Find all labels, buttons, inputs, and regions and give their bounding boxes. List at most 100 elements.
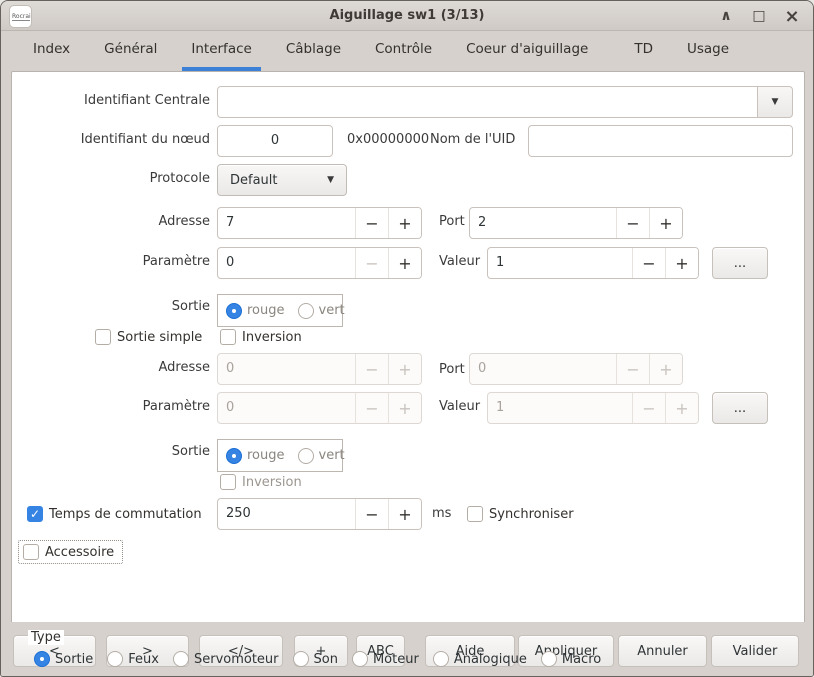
title-bar[interactable]: Rocrail Aiguillage sw1 (3/13) ∧ □ × xyxy=(1,1,813,31)
valeur2-browse-button[interactable]: ... xyxy=(712,392,768,424)
valeur1-browse-button[interactable]: ... xyxy=(712,247,768,279)
inversion2-label: Inversion xyxy=(242,475,302,490)
chevron-down-icon: ▼ xyxy=(772,97,779,107)
radio-icon[interactable] xyxy=(293,651,309,667)
cancel-button[interactable]: Annuler xyxy=(618,635,707,667)
sortie2-rouge-label: rouge xyxy=(247,448,285,463)
checkbox-icon[interactable] xyxy=(95,329,111,345)
temps-plus-icon[interactable]: + xyxy=(388,499,421,529)
adresse1-value[interactable]: 7 xyxy=(218,208,355,238)
valeur2-label: Valeur xyxy=(439,399,480,414)
parametre1-value[interactable]: 0 xyxy=(218,248,355,278)
close-icon[interactable]: × xyxy=(781,5,803,27)
checkbox-icon[interactable] xyxy=(220,329,236,345)
type-option-moteur[interactable]: Moteur xyxy=(352,651,419,667)
sortie2-radio-group: rouge vert xyxy=(217,439,343,472)
sortie-simple-checkbox[interactable]: Sortie simple xyxy=(95,329,202,345)
identifiant-centrale-dropdown-button[interactable]: ▼ xyxy=(758,86,793,118)
protocole-select[interactable]: Default ▼ xyxy=(217,164,347,196)
inversion1-label: Inversion xyxy=(242,330,302,345)
adresse2-value: 0 xyxy=(218,354,355,384)
parametre1-label: Paramètre xyxy=(12,254,219,269)
port1-plus-icon[interactable]: + xyxy=(649,208,682,238)
tab-usage[interactable]: Usage xyxy=(678,32,738,71)
synchroniser-checkbox[interactable]: Synchroniser xyxy=(467,506,574,522)
maximize-icon[interactable]: □ xyxy=(748,5,770,27)
parametre2-value: 0 xyxy=(218,393,355,423)
nom-uid-label: Nom de l'UID xyxy=(430,132,515,147)
type-option-macro[interactable]: Macro xyxy=(541,651,601,667)
type-option-analogique[interactable]: Analogique xyxy=(433,651,527,667)
valeur1-value[interactable]: 1 xyxy=(488,248,632,278)
dialog-window: Rocrail Aiguillage sw1 (3/13) ∧ □ × Inde… xyxy=(0,0,814,677)
identifiant-centrale-label: Identifiant Centrale xyxy=(12,93,219,108)
port1-value[interactable]: 2 xyxy=(470,208,616,238)
type-option-son[interactable]: Son xyxy=(293,651,338,667)
radio-icon[interactable] xyxy=(352,651,368,667)
radio-icon[interactable] xyxy=(173,651,189,667)
port2-spinbox: 0 − + xyxy=(469,353,683,385)
adresse1-label: Adresse xyxy=(12,214,219,229)
port2-minus-icon: − xyxy=(616,354,649,384)
parametre1-minus-icon[interactable]: − xyxy=(355,248,388,278)
valeur1-minus-icon[interactable]: − xyxy=(632,248,665,278)
nom-uid-input[interactable] xyxy=(528,125,793,157)
sortie-simple-label: Sortie simple xyxy=(117,330,202,345)
valeur1-plus-icon[interactable]: + xyxy=(665,248,698,278)
accessoire-checkbox[interactable]: Accessoire xyxy=(18,540,123,564)
temps-commutation-checkbox[interactable]: ✓ Temps de commutation xyxy=(27,506,202,522)
inversion2-checkbox: Inversion xyxy=(220,474,302,490)
identifiant-noeud-label: Identifiant du nœud xyxy=(12,132,219,147)
protocole-selected-value: Default xyxy=(230,173,313,188)
adresse2-label: Adresse xyxy=(12,360,219,375)
parametre2-spinbox: 0 − + xyxy=(217,392,422,424)
temps-minus-icon[interactable]: − xyxy=(355,499,388,529)
sortie2-vert-radio[interactable] xyxy=(298,448,314,464)
checkbox-icon[interactable] xyxy=(23,544,39,560)
sortie1-rouge-radio[interactable] xyxy=(226,303,242,319)
type-option-sortie[interactable]: Sortie xyxy=(34,651,93,667)
valeur2-value: 1 xyxy=(488,393,632,423)
valeur1-spinbox: 1 − + xyxy=(487,247,699,279)
tab-index[interactable]: Index xyxy=(24,32,79,71)
port2-label: Port xyxy=(439,362,465,377)
port1-minus-icon[interactable]: − xyxy=(616,208,649,238)
tab-interface[interactable]: Interface xyxy=(182,32,260,71)
tab-coeur-aiguillage[interactable]: Coeur d'aiguillage xyxy=(457,32,597,71)
radio-icon[interactable] xyxy=(107,651,123,667)
radio-icon[interactable] xyxy=(541,651,557,667)
radio-selected-icon[interactable] xyxy=(34,651,50,667)
sortie2-vert-label: vert xyxy=(319,448,345,463)
parametre2-minus-icon: − xyxy=(355,393,388,423)
port2-plus-icon: + xyxy=(649,354,682,384)
type-option-servomoteur[interactable]: Servomoteur xyxy=(173,651,279,667)
adresse2-minus-icon: − xyxy=(355,354,388,384)
tab-cablage[interactable]: Câblage xyxy=(277,32,350,71)
parametre2-plus-icon: + xyxy=(388,393,421,423)
ok-button[interactable]: Valider xyxy=(711,635,799,667)
sortie1-label: Sortie xyxy=(12,299,219,314)
tab-controle[interactable]: Contrôle xyxy=(366,32,441,71)
window-title: Aiguillage sw1 (3/13) xyxy=(1,8,813,23)
tab-general[interactable]: Général xyxy=(95,32,166,71)
sortie2-rouge-radio[interactable] xyxy=(226,448,242,464)
adresse1-plus-icon[interactable]: + xyxy=(388,208,421,238)
type-legend: Type xyxy=(28,630,64,645)
identifiant-noeud-input[interactable]: 0 xyxy=(217,125,333,157)
type-option-feux[interactable]: Feux xyxy=(107,651,159,667)
shade-icon[interactable]: ∧ xyxy=(715,5,737,27)
inversion1-checkbox[interactable]: Inversion xyxy=(220,329,302,345)
temps-commutation-value[interactable]: 250 xyxy=(218,499,355,529)
sortie1-vert-radio[interactable] xyxy=(298,303,314,319)
protocole-label: Protocole xyxy=(12,171,219,186)
tab-td[interactable]: TD xyxy=(625,32,662,71)
checkbox-checked-icon[interactable]: ✓ xyxy=(27,506,43,522)
adresse1-minus-icon[interactable]: − xyxy=(355,208,388,238)
checkbox-icon[interactable] xyxy=(467,506,483,522)
radio-icon[interactable] xyxy=(433,651,449,667)
parametre1-plus-icon[interactable]: + xyxy=(388,248,421,278)
valeur2-spinbox: 1 − + xyxy=(487,392,699,424)
port1-spinbox: 2 − + xyxy=(469,207,683,239)
identifiant-centrale-input[interactable] xyxy=(217,86,758,118)
valeur2-plus-icon: + xyxy=(665,393,698,423)
